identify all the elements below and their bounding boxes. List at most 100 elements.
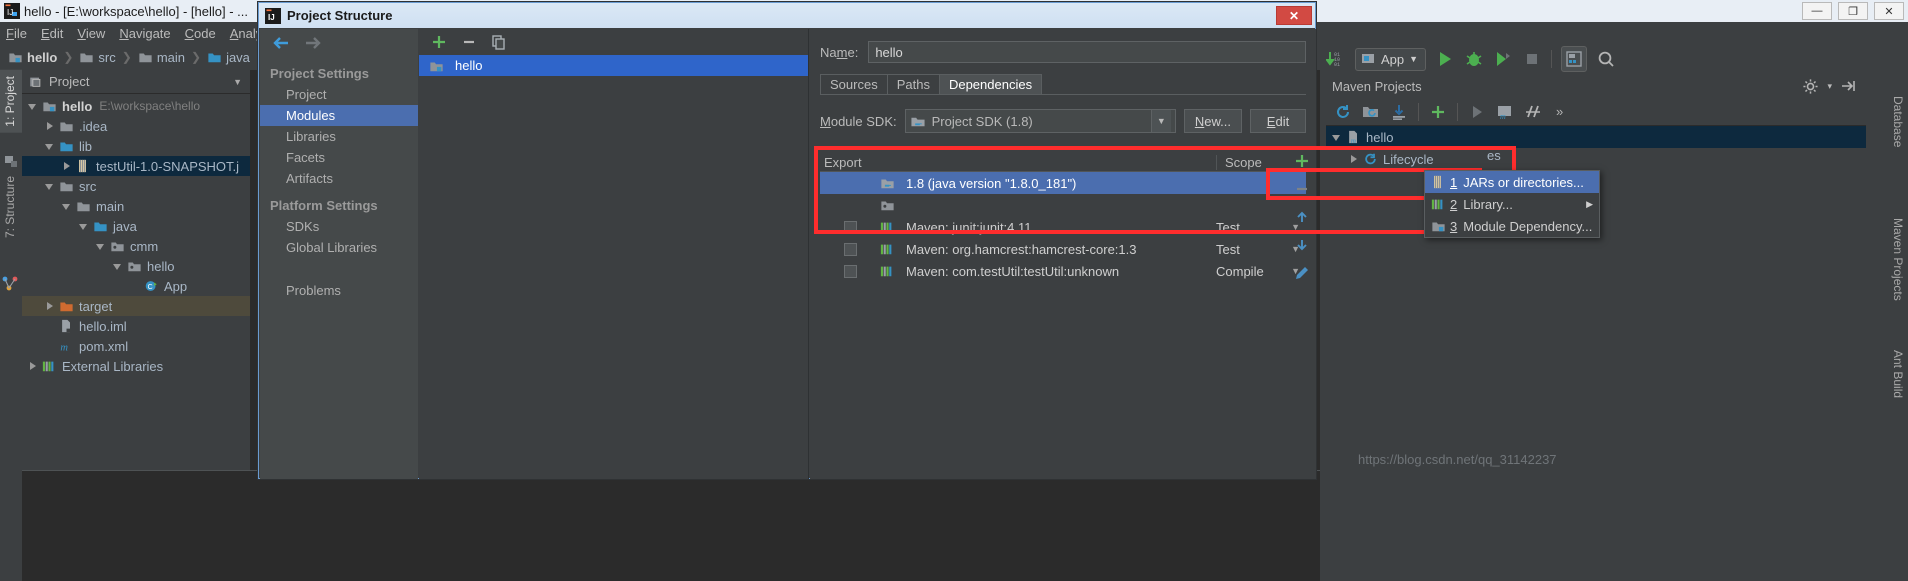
tab-sources[interactable]: Sources <box>820 74 888 94</box>
module-sdk-combo[interactable]: Project SDK (1.8) ▼ <box>904 109 1176 133</box>
nav-item-libraries[interactable]: Libraries <box>260 126 418 147</box>
search-icon[interactable] <box>1596 49 1616 69</box>
add-icon[interactable] <box>1429 103 1447 121</box>
popup-item-library[interactable]: 2 Library... ▶ <box>1425 193 1599 215</box>
module-list-item[interactable]: hello <box>419 55 808 76</box>
reimport-icon[interactable] <box>1334 103 1352 121</box>
menu-edit[interactable]: Edit <box>41 26 63 41</box>
breadcrumb-item-main[interactable]: main <box>136 50 187 65</box>
menu-file[interactable]: File <box>6 26 27 41</box>
dependency-row[interactable] <box>820 194 1306 216</box>
popup-item-module-dependency[interactable]: 3 Module Dependency... <box>1425 215 1599 237</box>
tree-item[interactable]: hello E:\workspace\hello <box>22 96 250 116</box>
close-button[interactable]: ✕ <box>1874 2 1904 20</box>
maven-tree-item[interactable]: m hello <box>1326 126 1866 148</box>
twisty-open-icon[interactable] <box>45 141 56 152</box>
tree-item[interactable]: hello <box>22 256 250 276</box>
tree-item[interactable]: hello.iml <box>22 316 250 336</box>
update-icon[interactable]: 01 10 01 <box>1326 49 1346 69</box>
twisty-open-icon[interactable] <box>113 261 124 272</box>
minus-icon[interactable] <box>1294 181 1310 197</box>
more-icon[interactable]: » <box>1556 104 1563 119</box>
chevron-down-icon[interactable]: ▼ <box>1150 110 1171 132</box>
breadcrumb-item-src[interactable]: src <box>77 50 117 65</box>
tree-item[interactable]: src <box>22 176 250 196</box>
menu-navigate[interactable]: Navigate <box>119 26 170 41</box>
execute-goal-icon[interactable]: m <box>1496 103 1514 121</box>
twisty-closed-icon[interactable] <box>28 361 39 372</box>
tree-item[interactable]: C App <box>22 276 250 296</box>
edit-pencil-icon[interactable] <box>1294 265 1310 281</box>
minimize-button[interactable]: — <box>1802 2 1832 20</box>
export-checkbox[interactable] <box>843 242 857 256</box>
nav-item-artifacts[interactable]: Artifacts <box>260 168 418 189</box>
run-configuration-selector[interactable]: App ▼ <box>1355 47 1427 71</box>
run-icon[interactable] <box>1468 103 1486 121</box>
dependency-row[interactable]: Maven: org.hamcrest:hamcrest-core:1.3 Tes… <box>820 238 1306 260</box>
twisty-open-icon[interactable] <box>28 101 39 112</box>
maven-tree-item[interactable]: Lifecycle <box>1326 148 1866 170</box>
gear-icon[interactable] <box>1802 78 1819 95</box>
window-controls[interactable]: — ❐ ✕ <box>1802 2 1904 20</box>
tree-item[interactable]: main <box>22 196 250 216</box>
menu-view[interactable]: View <box>77 26 105 41</box>
maximize-button[interactable]: ❐ <box>1838 2 1868 20</box>
stop-icon[interactable] <box>1522 49 1542 69</box>
chevron-right-icon[interactable]: ▶ <box>1586 199 1593 210</box>
download-sources-icon[interactable] <box>1390 103 1408 121</box>
plus-icon[interactable] <box>1294 153 1310 169</box>
dependency-row[interactable]: Maven: junit:junit:4.11 Test ▼ <box>820 216 1306 238</box>
popup-item-jars-or-directories[interactable]: 1 JARs or directories... <box>1425 171 1599 193</box>
collapse-icon[interactable] <box>1840 78 1856 94</box>
tab-dependencies[interactable]: Dependencies <box>938 74 1043 94</box>
nav-item-sdks[interactable]: SDKs <box>260 216 418 237</box>
dialog-close-button[interactable]: ✕ <box>1276 6 1312 25</box>
sidebar-item-structure[interactable]: 7: Structure <box>0 170 22 244</box>
debug-icon[interactable] <box>1464 49 1484 69</box>
nav-item-project[interactable]: Project <box>260 84 418 105</box>
module-name-input[interactable]: hello <box>868 41 1306 63</box>
twisty-open-icon[interactable] <box>45 181 56 192</box>
tree-item[interactable]: .idea <box>22 116 250 136</box>
edit-sdk-button[interactable]: Edit <box>1250 109 1306 133</box>
tree-item[interactable]: External Libraries <box>22 356 250 376</box>
export-checkbox[interactable] <box>843 264 857 278</box>
twisty-closed-icon[interactable] <box>62 161 73 172</box>
copy-icon[interactable] <box>491 34 507 50</box>
tree-item[interactable]: cmm <box>22 236 250 256</box>
new-sdk-button[interactable]: New... <box>1183 109 1242 133</box>
tree-item[interactable]: m pom.xml <box>22 336 250 356</box>
nav-item-problems[interactable]: Problems <box>260 280 418 301</box>
layout-icon[interactable] <box>1561 46 1588 72</box>
nav-item-facets[interactable]: Facets <box>260 147 418 168</box>
arrow-left-icon[interactable] <box>272 35 290 51</box>
menu-code[interactable]: Code <box>185 26 216 41</box>
nav-item-modules[interactable]: Modules <box>260 105 418 126</box>
twisty-open-icon[interactable] <box>1332 132 1343 143</box>
chevron-down-icon[interactable]: ▼ <box>233 77 242 87</box>
arrow-down-icon[interactable] <box>1294 237 1310 253</box>
remove-icon[interactable] <box>461 34 477 50</box>
twisty-closed-icon[interactable] <box>45 301 56 312</box>
breadcrumb-item-hello[interactable]: hello <box>6 50 59 65</box>
chevron-down-icon[interactable]: ▼ <box>1409 54 1418 64</box>
dependency-row[interactable]: 1.8 (java version "1.8.0_181") <box>820 172 1306 194</box>
tab-paths[interactable]: Paths <box>886 74 940 94</box>
breadcrumb-item-java[interactable]: java <box>205 50 252 65</box>
sidebar-item-database[interactable]: Database <box>1886 90 1908 153</box>
dependency-row[interactable]: Maven: com.testUtil:testUtil:unknown Comp… <box>820 260 1306 282</box>
twisty-open-icon[interactable] <box>62 201 73 212</box>
arrow-right-icon[interactable] <box>304 35 322 51</box>
tree-item[interactable]: target <box>22 296 250 316</box>
twisty-closed-icon[interactable] <box>1349 154 1360 165</box>
twisty-open-icon[interactable] <box>79 221 90 232</box>
nav-item-global-libraries[interactable]: Global Libraries <box>260 237 418 258</box>
generate-sources-icon[interactable] <box>1362 103 1380 121</box>
sidebar-item-maven-projects[interactable]: Maven Projects <box>1886 212 1908 307</box>
sidebar-item-ant-build[interactable]: Ant Build <box>1886 344 1908 404</box>
twisty-open-icon[interactable] <box>96 241 107 252</box>
arrow-up-icon[interactable] <box>1294 209 1310 225</box>
sidebar-item-project[interactable]: 1: Project <box>0 70 22 133</box>
tree-item[interactable]: java <box>22 216 250 236</box>
chevron-down-icon[interactable]: ▾ <box>1827 81 1832 92</box>
